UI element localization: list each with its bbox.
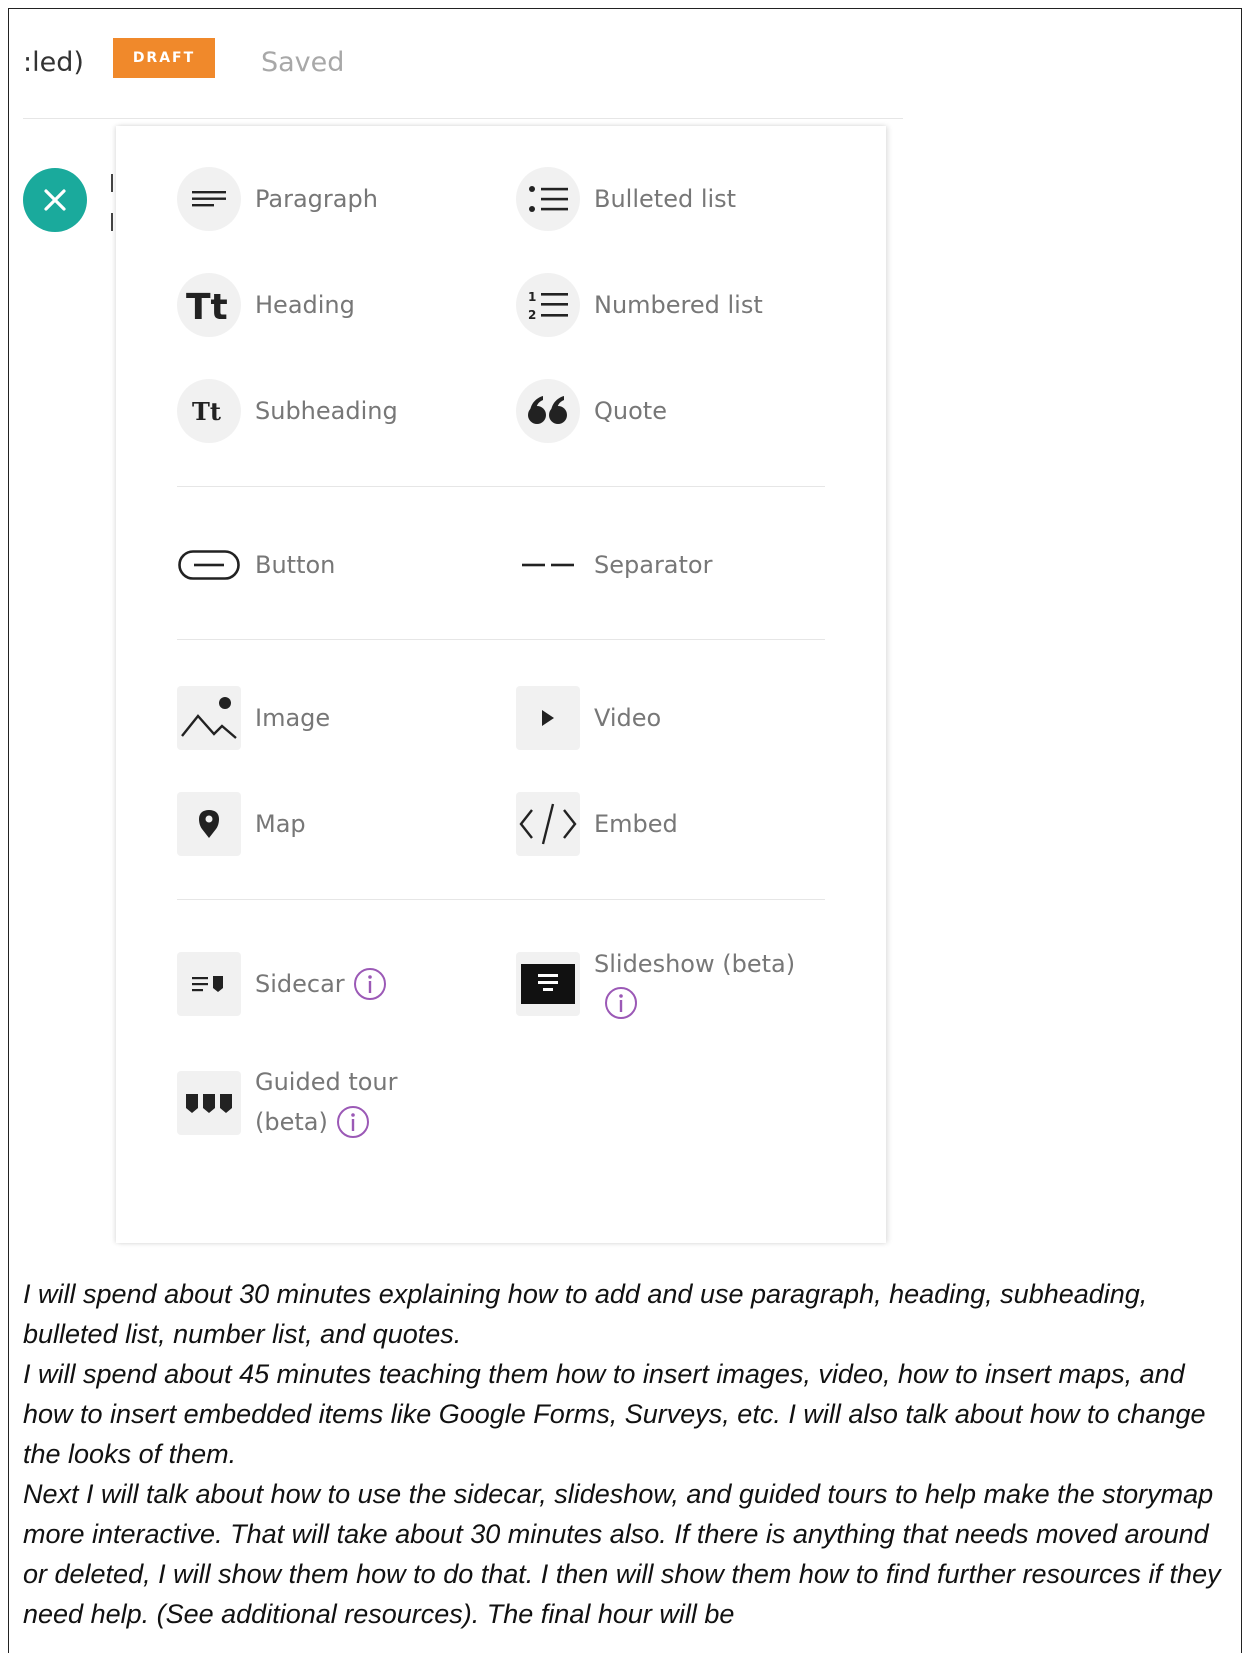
block-label: Sidecar: [255, 970, 345, 998]
section-divider: [177, 486, 825, 487]
sidecar-icon: [177, 952, 241, 1016]
numbered-list-icon: 12: [516, 273, 580, 337]
guided-tour-icon: [177, 1071, 241, 1135]
header-divider: [23, 118, 903, 119]
block-label: Quote: [594, 397, 667, 425]
guided-tour-label-group: Guided tour (beta): [255, 1062, 398, 1142]
subheading-icon: Tt: [177, 379, 241, 443]
block-option-embed[interactable]: Embed: [516, 792, 678, 856]
draft-status-badge: DRAFT: [113, 38, 215, 78]
block-picker-panel: Paragraph Bulleted list Tt Heading 12 Nu…: [116, 126, 886, 1243]
text-cursor-mark: [111, 213, 113, 231]
description-paragraph: Next I will talk about how to use the si…: [23, 1479, 1221, 1629]
block-option-sidecar[interactable]: Sidecar: [177, 952, 387, 1016]
block-label: Subheading: [255, 397, 398, 425]
block-option-separator[interactable]: Separator: [516, 533, 712, 597]
text-cursor-mark: [111, 174, 113, 192]
embed-code-icon: [516, 792, 580, 856]
info-icon[interactable]: [604, 986, 638, 1020]
block-option-image[interactable]: Image: [177, 686, 330, 750]
block-option-bulleted-list[interactable]: Bulleted list: [516, 167, 736, 231]
block-option-button[interactable]: Button: [177, 533, 335, 597]
block-option-guided-tour[interactable]: [177, 1071, 241, 1135]
info-icon[interactable]: [336, 1105, 370, 1139]
block-label: Heading: [255, 291, 355, 319]
block-option-subheading[interactable]: Tt Subheading: [177, 379, 398, 443]
description-paragraph: I will spend about 30 minutes explaining…: [23, 1279, 1148, 1349]
screenshot-frame: :led) DRAFT Saved Paragraph Bulleted lis…: [8, 8, 1242, 1653]
block-label: Guided tour: [255, 1068, 398, 1096]
block-label: Paragraph: [255, 185, 378, 213]
video-icon: [516, 686, 580, 750]
block-option-slideshow[interactable]: [516, 952, 580, 1016]
svg-text:Tt: Tt: [186, 287, 228, 325]
heading-icon: Tt: [177, 273, 241, 337]
block-label: Slideshow (beta): [594, 950, 796, 978]
block-label: Button: [255, 551, 336, 579]
svg-text:Tt: Tt: [192, 397, 221, 425]
block-option-map[interactable]: Map: [177, 792, 306, 856]
info-icon[interactable]: [353, 967, 387, 1001]
description-paragraph: I will spend about 45 minutes teaching t…: [23, 1359, 1206, 1469]
paragraph-icon: [177, 167, 241, 231]
section-divider: [177, 899, 825, 900]
save-status-label: Saved: [261, 47, 345, 78]
slideshow-label-group: Slideshow (beta): [594, 944, 795, 1025]
block-label: Bulleted list: [594, 185, 737, 213]
button-icon: [177, 533, 241, 597]
map-pin-icon: [177, 792, 241, 856]
close-icon: [44, 189, 66, 211]
block-label: Embed: [594, 810, 678, 838]
section-divider: [177, 639, 825, 640]
separator-icon: [516, 533, 580, 597]
block-option-numbered-list[interactable]: 12 Numbered list: [516, 273, 763, 337]
block-label: Image: [255, 704, 331, 732]
svg-text:2: 2: [528, 308, 536, 322]
slideshow-icon: [516, 952, 580, 1016]
story-title-fragment: :led): [23, 47, 84, 78]
block-label: Separator: [594, 551, 713, 579]
quote-icon: [516, 379, 580, 443]
close-block-menu-button[interactable]: [23, 168, 87, 232]
block-label: Map: [255, 810, 306, 838]
image-icon: [177, 686, 241, 750]
block-option-paragraph[interactable]: Paragraph: [177, 167, 378, 231]
lesson-description: I will spend about 30 minutes explaining…: [23, 1274, 1233, 1634]
block-label: Video: [594, 704, 662, 732]
block-option-video[interactable]: Video: [516, 686, 661, 750]
block-label: (beta): [255, 1108, 328, 1136]
block-label: Numbered list: [594, 291, 763, 319]
svg-text:1: 1: [528, 290, 536, 304]
bulleted-list-icon: [516, 167, 580, 231]
block-option-quote[interactable]: Quote: [516, 379, 667, 443]
block-option-heading[interactable]: Tt Heading: [177, 273, 355, 337]
